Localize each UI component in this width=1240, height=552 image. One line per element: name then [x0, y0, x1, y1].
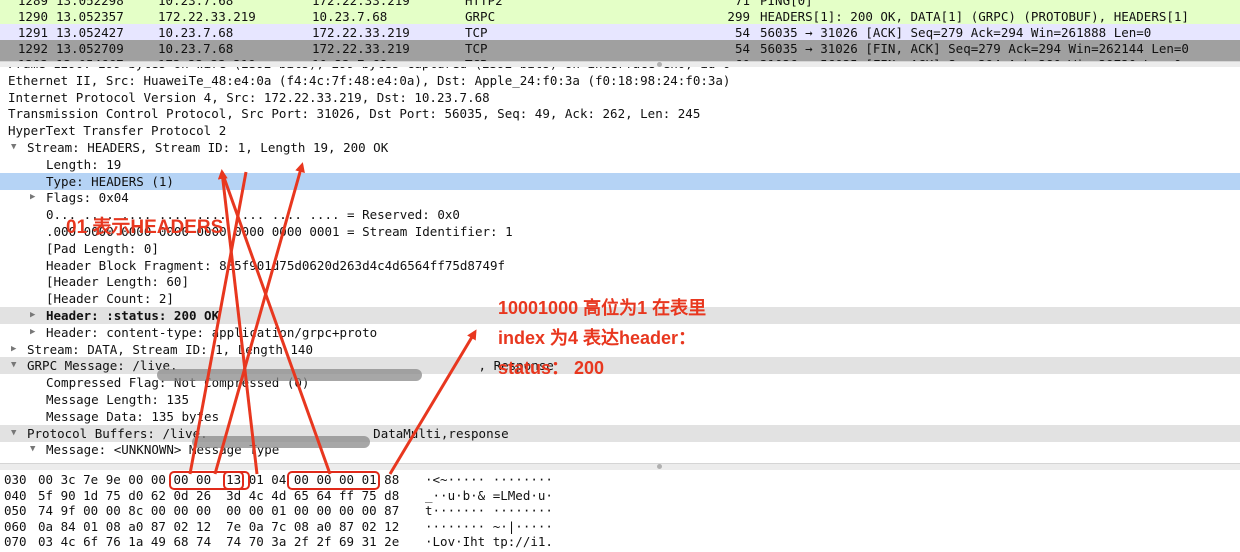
detail-text: Type: HEADERS (1) [46, 173, 174, 189]
annotation-status-line3: status： 200 [498, 358, 605, 378]
hex-ascii: ·<~····· ········ [425, 472, 553, 487]
detail-text: Header Block Fragment: 885f901d75d0620d2… [46, 257, 506, 273]
packet-src: 172.22.33.219 [158, 9, 256, 24]
packet-src: 10.23.7.68 [158, 41, 234, 56]
detail-row[interactable]: ▼ Message: <UNKNOWN> Message Type [0, 441, 1240, 458]
detail-row[interactable]: Type: HEADERS (1) [0, 172, 1240, 190]
hex-ascii: t······· ········ [425, 503, 553, 519]
packet-dst: 172.22.33.219 [312, 41, 410, 56]
detail-text: [Header Count: 2] [46, 291, 174, 307]
hex-ascii: ·Lov·Iht tp://i1. [425, 534, 553, 550]
detail-text: Transmission Control Protocol, Src Port:… [8, 106, 701, 122]
packet-row[interactable]: 1290 13.052357 172.22.33.219 10.23.7.68 GRPC… [0, 8, 1240, 25]
packet-proto: TCP [465, 41, 488, 56]
detail-text: HyperText Transfer Protocol 2 [8, 123, 227, 139]
packet-details-pane[interactable]: Frame 1290: 299 bytes on wire (2392 bits… [0, 67, 1240, 463]
packet-no: 1290 [17, 9, 48, 24]
detail-row[interactable]: [Header Length: 60] [0, 273, 1240, 290]
packet-time: 13.052357 [56, 9, 124, 24]
hex-off: 070 [4, 534, 27, 550]
expanded-triangle-icon[interactable]: ▼ [11, 425, 16, 442]
hex-ascii: _··u·b·& =LMed·u· [425, 487, 553, 503]
detail-row[interactable]: Message Length: 135 [0, 391, 1240, 408]
detail-text: Header: :status: 200 OK [46, 308, 220, 323]
detail-text: Flags: 0x04 [46, 190, 129, 206]
hex-bytes: 03 4c 6f 76 1a 49 68 74 74 70 3a 2f 2f 6… [38, 534, 400, 550]
detail-row[interactable]: [Pad Length: 0] [0, 240, 1240, 257]
packet-proto: GRPC [465, 9, 496, 24]
packet-row[interactable]: 1291 13.052427 10.23.7.68 172.22.33.219 TCP 5… [0, 24, 1240, 41]
detail-text: [Pad Length: 0] [46, 240, 159, 256]
annotation-headers-type: 01 表示HEADERS [66, 217, 224, 238]
packet-len: 54 [734, 41, 750, 56]
collapsed-triangle-icon[interactable]: ▶ [30, 307, 35, 324]
detail-text: Message Length: 135 [46, 392, 189, 407]
packet-info: 56035 → 31026 [FIN, ACK] Seq=279 Ack=294… [760, 41, 1189, 56]
detail-row[interactable]: ▼ Protocol Buffers: /live. DataMulti,resp… [0, 424, 1240, 442]
packet-info: HEADERS[1]: 200 OK, DATA[1] (GRPC) (PROT… [760, 9, 1189, 24]
hex-off: 040 [4, 487, 27, 503]
hex-bytes: 74 9f 00 00 8c 00 00 00 00 00 01 00 00 0… [38, 503, 400, 519]
collapsed-triangle-icon[interactable]: ▶ [30, 324, 35, 341]
packet-proto: TCP [465, 25, 488, 40]
redaction-blur [192, 436, 370, 448]
splitter-handle[interactable] [657, 464, 662, 469]
expanded-triangle-icon[interactable]: ▼ [30, 441, 35, 458]
collapsed-triangle-icon[interactable]: ▶ [30, 189, 35, 206]
packet-dst: 10.23.7.68 [312, 9, 388, 24]
detail-text: Stream: DATA, Stream ID: 1, Length 140 [27, 341, 313, 357]
detail-row[interactable]: Internet Protocol Version 4, Src: 172.22… [0, 89, 1240, 106]
hex-bytes: 0a 84 01 08 a0 87 02 12 7e 0a 7c 08 a0 8… [38, 518, 400, 534]
length-value-highlight [223, 471, 250, 490]
detail-text: Stream: HEADERS, Stream ID: 1, Length 19… [27, 140, 389, 155]
annotation-status-line2: index 为4 表达header： [498, 328, 697, 348]
hex-off: 060 [4, 518, 27, 534]
detail-text: Header: content-type: application/grpc+p… [46, 324, 378, 340]
packet-no: 1292 [17, 41, 48, 56]
redaction-blur [157, 369, 422, 381]
packet-list[interactable]: 1289 13.052298 10.23.7.68 172.22.33.219 HTTP… [0, 0, 1240, 62]
detail-row[interactable]: Message Data: 135 bytes [0, 408, 1240, 425]
detail-text: Message Data: 135 bytes [46, 408, 220, 424]
packet-len: 54 [734, 25, 750, 40]
packet-len: 299 [727, 9, 750, 24]
collapsed-triangle-icon[interactable]: ▶ [11, 341, 16, 358]
packet-time: 13.052709 [56, 41, 124, 56]
packet-info: 56035 → 31026 [ACK] Seq=279 Ack=294 Win=… [760, 25, 1152, 40]
detail-text: Ethernet II, Src: HuaweiTe_48:e4:0a (f4:… [8, 72, 731, 88]
packet-time: 13.052427 [56, 25, 124, 40]
detail-row[interactable]: Header Block Fragment: 885f901d75d0620d2… [0, 257, 1240, 274]
detail-text: [Header Length: 60] [46, 274, 189, 290]
detail-text: Length: 19 [46, 156, 122, 172]
packet-dst: 172.22.33.219 [312, 25, 410, 40]
detail-row[interactable]: ▼ Stream: HEADERS, Stream ID: 1, Length 1… [0, 139, 1240, 156]
detail-row[interactable]: ▶ Flags: 0x04 [0, 189, 1240, 206]
detail-row[interactable]: Transmission Control Protocol, Src Port:… [0, 105, 1240, 122]
detail-text: Internet Protocol Version 4, Src: 172.22… [8, 89, 490, 105]
detail-row[interactable]: Ethernet II, Src: HuaweiTe_48:e4:0a (f4:… [0, 72, 1240, 89]
packet-src: 10.23.7.68 [158, 25, 234, 40]
detail-row[interactable]: HyperText Transfer Protocol 2 [0, 122, 1240, 139]
stream-id-highlight [287, 471, 380, 490]
hex-off: 030 [4, 472, 27, 487]
expanded-triangle-icon[interactable]: ▼ [11, 139, 16, 156]
packet-no: 1291 [17, 25, 48, 40]
hex-ascii: ········ ~·|····· [425, 518, 553, 534]
detail-row[interactable]: Length: 19 [0, 156, 1240, 173]
expanded-triangle-icon[interactable]: ▼ [11, 357, 16, 374]
hex-off: 050 [4, 503, 27, 519]
packet-row[interactable]: 1292 13.052709 10.23.7.68 172.22.33.219 TCP 5… [0, 40, 1240, 57]
annotation-status-line1: 10001000 高位为1 在表里 [498, 298, 707, 318]
